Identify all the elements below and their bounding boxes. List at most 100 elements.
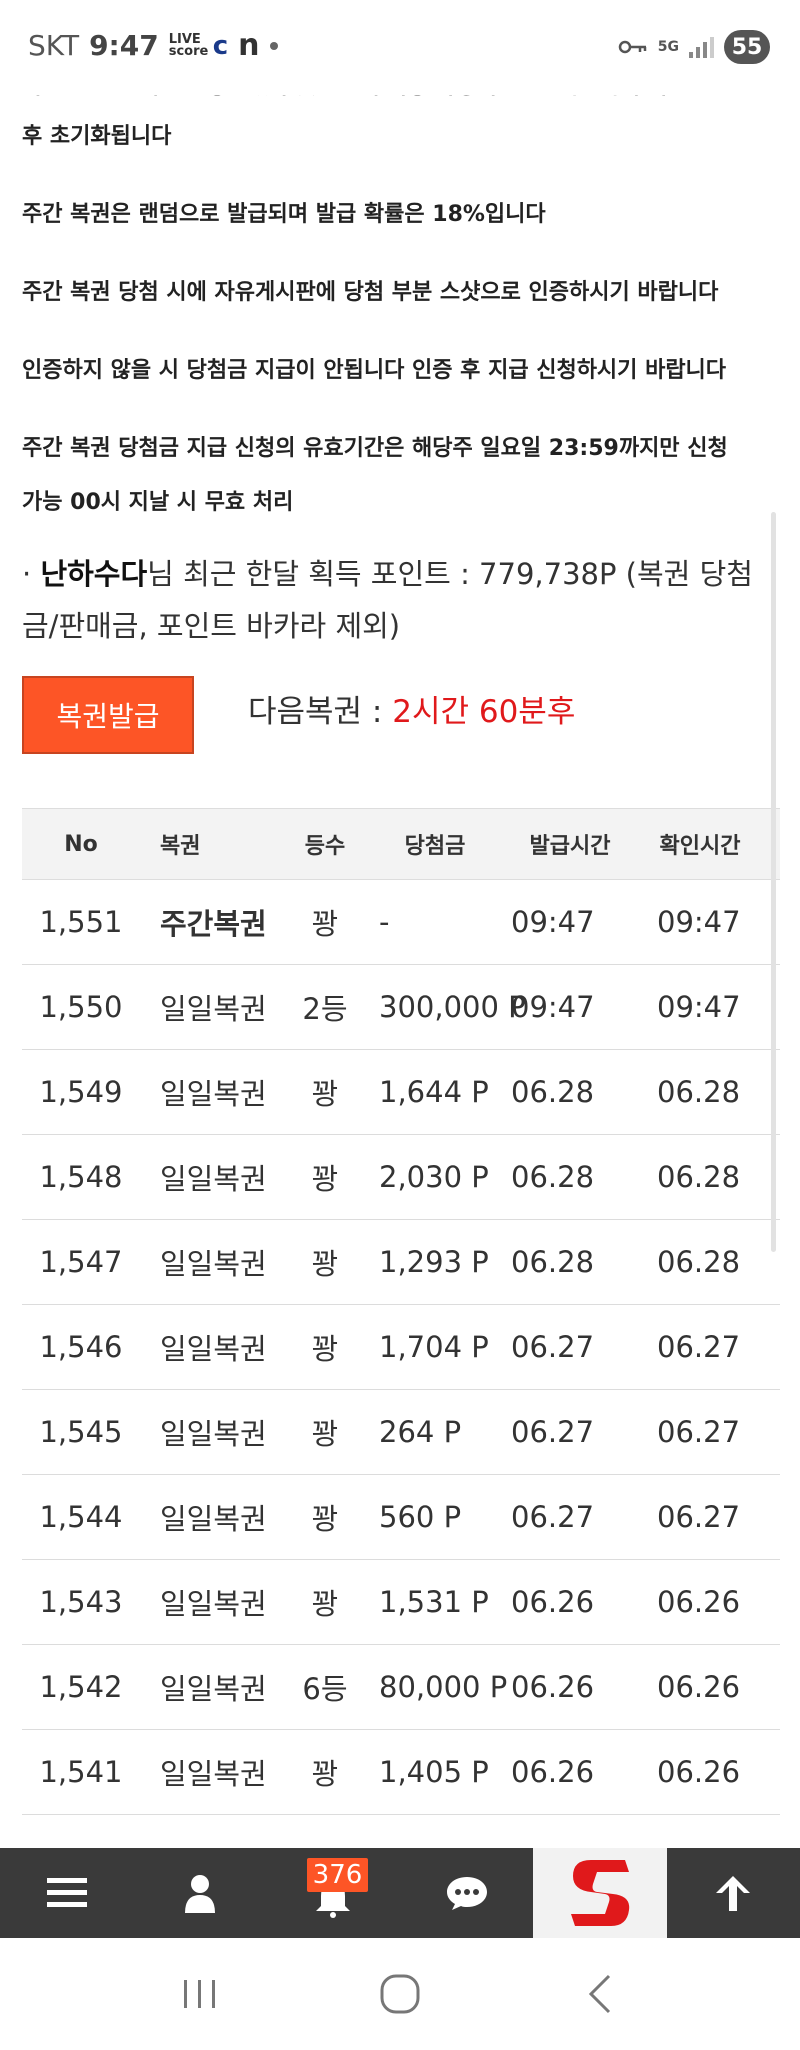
cell-confirmed-time: 06.26 (657, 1585, 741, 1619)
notice-line: 주간 복권 당첨금 지급 신청의 유효기간은 해당주 일요일 23:59까지만 … (22, 436, 728, 461)
notice-line: 주간 복권은 랜덤으로 발급되며 발급 확률은 18%입니다 (22, 202, 546, 227)
cell-prize: - (379, 905, 390, 939)
cell-no: 1,542 (39, 1670, 123, 1704)
page-scrollbar[interactable] (771, 512, 776, 1252)
cell-prize: 264 P (379, 1415, 462, 1449)
c-app-icon: c (212, 30, 229, 61)
cell-no: 1,548 (39, 1160, 123, 1194)
back-button[interactable] (570, 1964, 630, 2024)
cell-prize: 1,704 P (379, 1330, 489, 1364)
cell-ticket: 일일복권 (160, 1417, 267, 1451)
cell-prize: 1,531 P (379, 1585, 489, 1619)
cell-prize: 1,293 P (379, 1245, 489, 1279)
cell-rank: 꽝 (311, 907, 339, 941)
table-row: 1,545 일일복권 꽝 264 P 06.27 06.27 (22, 1390, 780, 1475)
notice-line: 인증하지 않을 시 당첨금 지급이 안됩니다 인증 후 지급 신청하시기 바랍니… (22, 358, 727, 383)
cell-confirmed-time: 09:47 (657, 990, 741, 1024)
back-icon (588, 1974, 611, 2014)
arrow-up-icon (716, 1876, 751, 1911)
carrier-label: SKT (28, 29, 80, 62)
cell-no: 1,545 (39, 1415, 123, 1449)
cell-no: 1,549 (39, 1075, 123, 1109)
header-prize: 당첨금 (404, 834, 466, 859)
cell-prize: 1,644 P (379, 1075, 489, 1109)
bullet: · (22, 557, 32, 591)
header-ticket: 복권 (160, 834, 201, 859)
user-nickname[interactable]: 난하수다 (40, 557, 147, 591)
site-logo-icon (570, 1860, 630, 1926)
home-button[interactable] (370, 1964, 430, 2024)
n-app-icon: n (238, 28, 260, 63)
header-rank: 등수 (304, 834, 346, 859)
monthly-points-summary: · 난하수다님 최근 한달 획득 포인트 : 779,738P (복권 당첨금/… (22, 548, 782, 652)
header-issued-time: 발급시간 (529, 834, 611, 859)
notice-line: 주간 복권 당첨 시에 자유게시판에 당첨 부분 스샷으로 인증하시기 바랍니다 (22, 280, 719, 305)
cell-issued-time: 06.28 (511, 1160, 595, 1194)
cell-issued-time: 06.26 (511, 1670, 595, 1704)
cell-ticket: 일일복권 (160, 1502, 267, 1536)
status-left: SKT 9:47 LIVE score c n (28, 28, 278, 63)
cell-no: 1,547 (39, 1245, 123, 1279)
table-row: 1,543 일일복권 꽝 1,531 P 06.26 06.26 (22, 1560, 780, 1645)
notifications-button[interactable]: 376 (267, 1848, 400, 1938)
scroll-top-button[interactable] (667, 1848, 800, 1938)
status-right: 5G 55 (618, 30, 770, 64)
clock: 9:47 (89, 29, 159, 62)
cell-confirmed-time: 06.26 (657, 1755, 741, 1789)
cell-no: 1,550 (39, 990, 123, 1024)
cell-rank: 꽝 (311, 1077, 339, 1111)
notification-count-badge: 376 (306, 1858, 369, 1892)
cell-ticket: 일일복권 (160, 1672, 267, 1706)
table-header: No 복권 등수 당첨금 발급시간 확인시간 (22, 808, 780, 880)
cell-issued-time: 06.26 (511, 1755, 595, 1789)
menu-button[interactable] (0, 1848, 133, 1938)
table-row: 1,546 일일복권 꽝 1,704 P 06.27 06.27 (22, 1305, 780, 1390)
cell-issued-time: 06.28 (511, 1245, 595, 1279)
cell-rank: 2등 (302, 992, 348, 1026)
cell-prize: 80,000 P (379, 1670, 508, 1704)
issue-ticket-button[interactable]: 복권발급 (22, 676, 194, 754)
cell-rank: 꽝 (311, 1502, 339, 1536)
cell-rank: 6등 (302, 1672, 348, 1706)
cell-rank: 꽝 (311, 1757, 339, 1791)
status-bar: SKT 9:47 LIVE score c n 5G 55 (0, 0, 800, 95)
cell-no: 1,543 (39, 1585, 123, 1619)
cell-ticket: 일일복권 (160, 992, 267, 1026)
cell-confirmed-time: 06.26 (657, 1670, 741, 1704)
header-confirmed-time: 확인시간 (659, 834, 741, 859)
cell-issued-time: 06.27 (511, 1415, 595, 1449)
profile-button[interactable] (133, 1848, 266, 1938)
cell-rank: 꽝 (311, 1162, 339, 1196)
cell-issued-time: 06.27 (511, 1500, 595, 1534)
next-ticket-label: 다음복권 : (248, 694, 393, 730)
site-logo-button[interactable] (533, 1848, 667, 1938)
cell-ticket: 주간복권 (160, 907, 267, 941)
table-row: 1,549 일일복권 꽝 1,644 P 06.28 06.28 (22, 1050, 780, 1135)
cell-no: 1,551 (39, 905, 123, 939)
cell-prize: 300,000 P (379, 990, 526, 1024)
table-row: 1,548 일일복권 꽝 2,030 P 06.28 06.28 (22, 1135, 780, 1220)
notice-line: 후 초기화됩니다 (22, 124, 172, 149)
cell-issued-time: 09:47 (511, 905, 595, 939)
chat-button[interactable] (400, 1848, 533, 1938)
cell-issued-time: 06.26 (511, 1585, 595, 1619)
cell-ticket: 일일복권 (160, 1247, 267, 1281)
chat-icon (446, 1877, 487, 1910)
cell-confirmed-time: 06.28 (657, 1075, 741, 1109)
home-icon (380, 1974, 420, 2014)
cell-confirmed-time: 06.28 (657, 1160, 741, 1194)
cell-rank: 꽝 (311, 1332, 339, 1366)
cell-prize: 560 P (379, 1500, 462, 1534)
cell-prize: 1,405 P (379, 1755, 489, 1789)
cell-ticket: 일일복권 (160, 1757, 267, 1791)
notice-line: 가능 00시 지날 시 무효 처리 (22, 490, 294, 515)
cell-ticket: 일일복권 (160, 1587, 267, 1621)
battery-indicator: 55 (724, 30, 770, 64)
cell-issued-time: 06.27 (511, 1330, 595, 1364)
notice-list: 복권 발급은 게시판 상관없이 댓글 3개 이상 작성 후 발급 가능하며 복권… (22, 60, 782, 530)
cell-no: 1,541 (39, 1755, 123, 1789)
recent-apps-button[interactable] (170, 1964, 230, 2024)
cell-issued-time: 09:47 (511, 990, 595, 1024)
cell-ticket: 일일복권 (160, 1332, 267, 1366)
table-row: 1,541 일일복권 꽝 1,405 P 06.26 06.26 (22, 1730, 780, 1815)
